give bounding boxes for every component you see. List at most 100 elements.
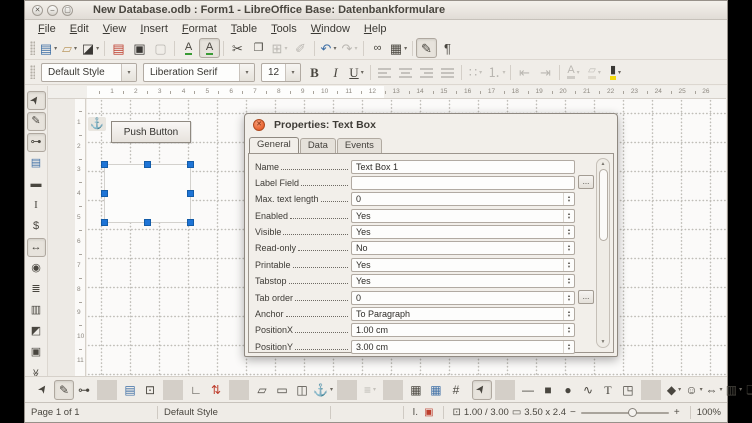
print-preview-icon[interactable]: ▢ [150,38,171,58]
option-button-icon[interactable]: ◉ [27,259,46,278]
selection-handle[interactable] [187,190,194,197]
zoom-thumb[interactable] [628,408,637,417]
close-button[interactable]: ✕ [32,5,43,16]
push-button-icon[interactable]: ▬ [27,175,46,194]
select-icon[interactable]: ➤ [27,91,46,110]
selection-handle[interactable] [144,161,151,168]
paragraph-style-combo[interactable]: Default Style ▾ [41,63,137,82]
symbol-shapes-icon[interactable]: ☺▾ [684,380,704,400]
insert-mode-icon[interactable]: I. [413,407,419,418]
line-icon[interactable]: — [518,380,538,400]
toolbar-grip[interactable] [30,65,35,79]
copy-icon[interactable]: ❐ [248,38,269,58]
property-input[interactable]: Yes▴▾ [351,209,575,223]
browse-button[interactable]: ... [578,290,594,304]
select-icon[interactable]: ➤ [34,380,54,400]
save-icon[interactable]: ◪▾ [80,38,101,58]
menu-item[interactable]: File [31,22,63,36]
auto-spellcheck-icon[interactable]: A [199,38,220,58]
label-field-icon[interactable]: ▤ [27,154,46,173]
helplines-icon[interactable]: # [446,380,466,400]
anchor-icon[interactable]: ⚓▾ [312,380,334,400]
control-properties-icon[interactable]: ⊡ [140,380,160,400]
menu-item[interactable]: Help [357,22,394,36]
undo-icon[interactable]: ↶▾ [318,38,339,58]
spinner-icon[interactable]: ▴▾ [563,242,574,254]
position-size-icon[interactable]: ∟ [186,380,206,400]
dropdown-icon[interactable]: ▾ [330,386,333,393]
selection-handle[interactable] [101,161,108,168]
formatting-marks-icon[interactable]: ¶ [437,38,458,58]
horizontal-ruler[interactable]: 1 2 3 4 5 6 7 8 9 10 11 12 [48,86,726,99]
align-center-icon[interactable] [395,62,416,82]
dropdown-icon[interactable]: ▾ [700,386,703,393]
bold-icon[interactable]: B [304,62,325,82]
dropdown-icon[interactable]: ▾ [678,386,681,393]
insert-hyperlink-icon[interactable]: ∞ [367,38,388,58]
label-icon[interactable]: ◩ [27,322,46,341]
font-color-icon[interactable]: A▾ [563,62,584,82]
dialog-titlebar[interactable]: ✕ Properties: Text Box [245,114,617,135]
justify-icon[interactable] [437,62,458,82]
dropdown-icon[interactable]: ▾ [404,45,407,52]
dropdown-icon[interactable]: ▾ [54,45,57,52]
zoom-in-icon[interactable]: + [674,407,680,418]
browse-button[interactable]: ... [578,175,594,189]
menu-item[interactable]: Format [175,22,224,36]
dialog-close-button[interactable]: ✕ [253,119,265,131]
activation-order-icon[interactable]: ⇅ [206,380,226,400]
combo-box-icon[interactable]: ▥ [27,301,46,320]
scroll-up-icon[interactable]: ▲ [601,161,606,167]
zoom-slider[interactable]: − + [570,407,680,418]
snap-to-grid-icon[interactable]: ▦ [426,380,446,400]
dropdown-icon[interactable]: ▾ [285,64,300,81]
menu-item[interactable]: Table [224,22,264,36]
vertical-ruler[interactable]: 1 2 3 4 5 6 7 8 9 10 11 [75,99,86,376]
menu-item[interactable]: Tools [264,22,304,36]
highlight-color-icon[interactable]: ▱▾ [584,62,605,82]
paste-icon[interactable]: ⊞▾ [269,38,290,58]
bullet-list-icon[interactable]: ∷▾ [465,62,486,82]
spinner-icon[interactable]: ▴▾ [563,341,574,353]
align-right-icon[interactable] [416,62,437,82]
scroll-down-icon[interactable]: ▼ [601,339,606,345]
selection-handle[interactable] [187,161,194,168]
flowchart-icon[interactable]: ▥▾ [724,380,744,400]
form-canvas[interactable]: ⚓ Push Button ✕ Properties: Text Box Gen… [87,99,726,376]
menu-item[interactable]: Edit [63,22,96,36]
selection-handle[interactable] [144,219,151,226]
spinner-icon[interactable]: ▴▾ [563,259,574,271]
freeform-line-icon[interactable]: ∿ [578,380,598,400]
spinner-icon[interactable]: ▴▾ [563,275,574,287]
basic-shapes-icon[interactable]: ◆▾ [664,380,684,400]
form-properties-icon[interactable]: ▤ [120,380,140,400]
spinner-icon[interactable]: ▴▾ [563,193,574,205]
text-box-icon[interactable]: T [598,380,618,400]
decrease-indent-icon[interactable]: ⇤ [514,62,535,82]
control-wizards-icon[interactable]: ⊶ [74,380,94,400]
dropdown-icon[interactable]: ▾ [121,64,136,81]
select-icon[interactable]: ➤ [472,380,492,400]
spinner-icon[interactable]: ▴▾ [563,308,574,320]
callouts-icon[interactable]: ❏▾ [744,380,752,400]
minimize-button[interactable]: – [47,5,58,16]
menu-item[interactable]: Window [304,22,357,36]
dialog-tab[interactable]: General [249,137,299,154]
design-mode-icon[interactable]: ✎ [54,380,74,400]
underline-icon[interactable]: U▾ [346,62,367,82]
property-input[interactable]: No▴▾ [351,241,575,255]
spelling-icon[interactable]: A [178,38,199,58]
property-input[interactable]: 0▴▾ [351,192,575,206]
design-mode-icon[interactable]: ✎ [416,38,437,58]
text-box-icon[interactable]: I [27,196,46,215]
dropdown-icon[interactable]: ▾ [96,45,99,52]
selection-handle[interactable] [101,190,108,197]
zoom-out-icon[interactable]: − [570,407,576,418]
callout-icon[interactable]: ◳ [618,380,638,400]
dropdown-icon[interactable]: ▾ [719,386,722,393]
clone-formatting-icon[interactable]: ✐ [290,38,311,58]
property-input[interactable]: Yes▴▾ [351,225,575,239]
font-size-combo[interactable]: 12 ▾ [261,63,301,82]
formatted-field-icon[interactable]: $ [27,217,46,236]
selection-handle[interactable] [187,219,194,226]
